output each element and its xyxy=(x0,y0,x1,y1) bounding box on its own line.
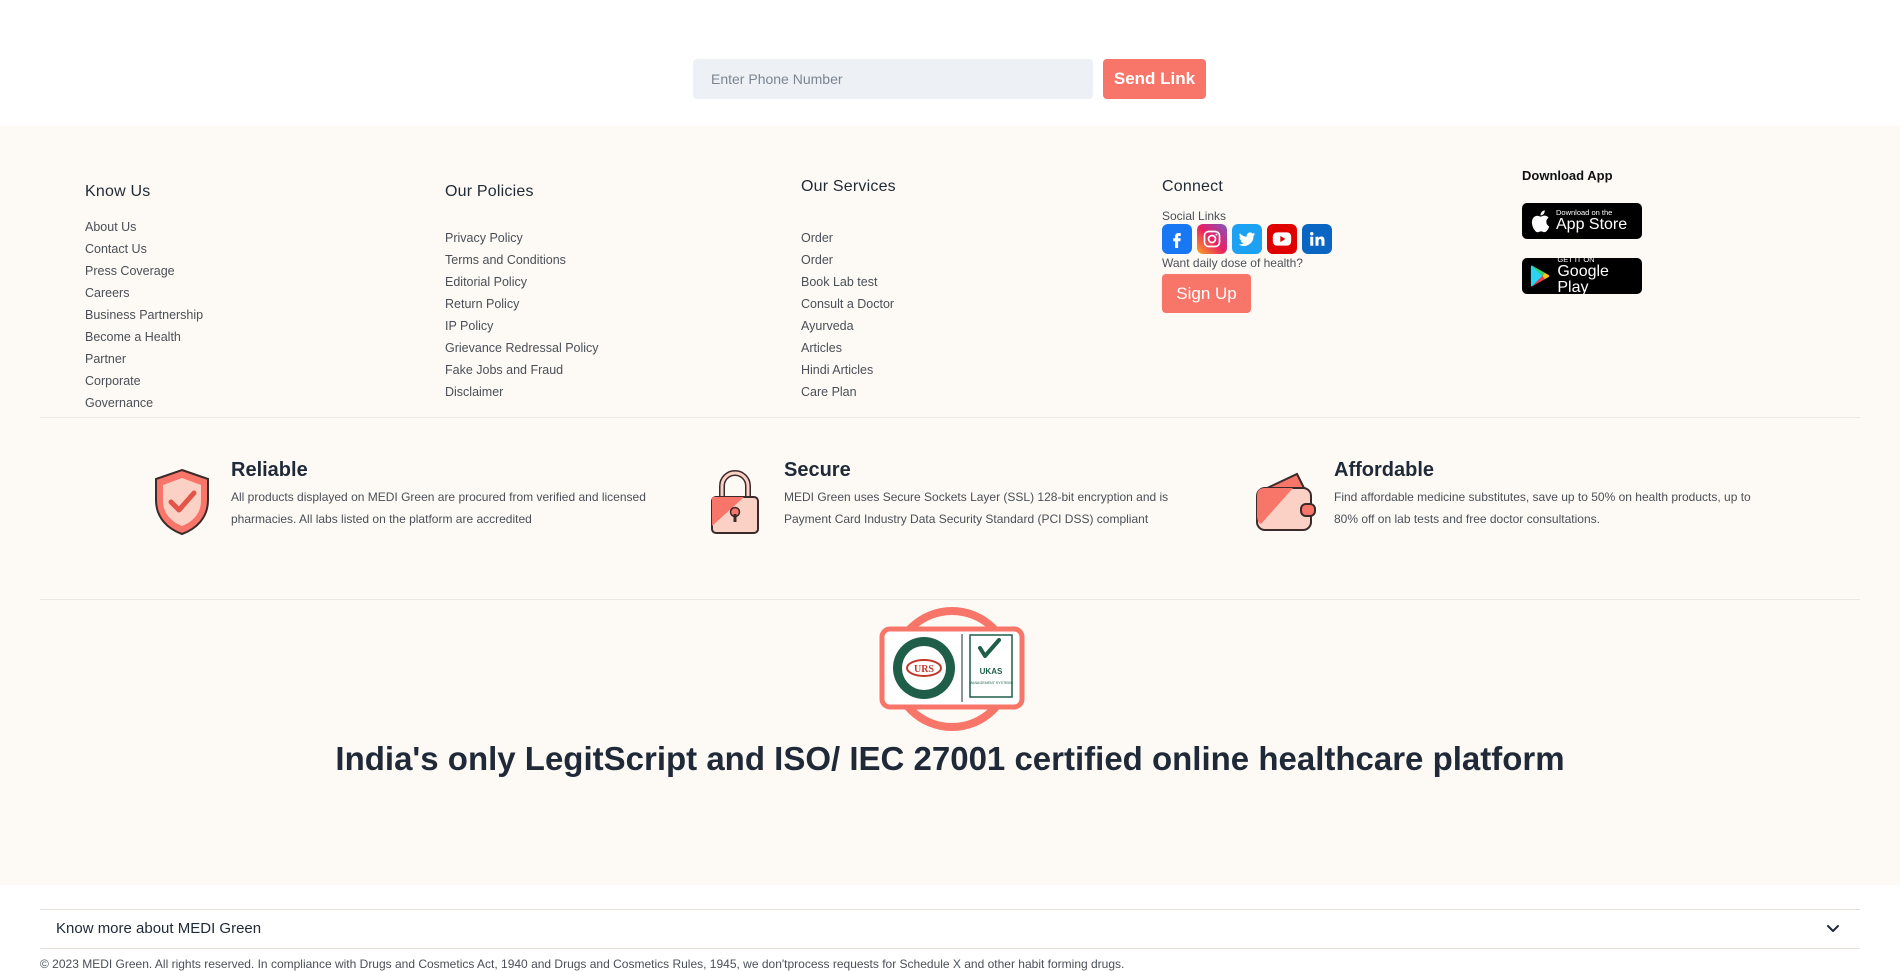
footer-link[interactable]: Press Coverage xyxy=(85,260,203,282)
trust-desc: All products displayed on MEDI Green are… xyxy=(231,490,646,526)
connect-heading: Connect xyxy=(1162,178,1223,195)
footer-link[interactable]: Privacy Policy xyxy=(445,227,599,249)
trust-title: Reliable xyxy=(231,459,308,481)
footer-link[interactable]: Governance xyxy=(85,392,203,414)
twitter-icon[interactable] xyxy=(1232,224,1262,254)
know-more-label: Know more about MEDI Green xyxy=(56,920,262,937)
phone-number-input[interactable] xyxy=(693,59,1093,99)
ukas-text: UKAS xyxy=(980,667,1003,676)
linkedin-icon[interactable] xyxy=(1302,224,1332,254)
footer-link[interactable]: Partner xyxy=(85,348,203,370)
ukas-subtext: MANAGEMENT SYSTEMS xyxy=(969,681,1013,685)
send-link-button[interactable]: Send Link xyxy=(1103,59,1206,99)
know-more-accordion[interactable]: Know more about MEDI Green xyxy=(40,909,1860,949)
footer-link[interactable]: Care Plan xyxy=(801,381,896,403)
services-heading: Our Services xyxy=(801,178,896,195)
google-play-badge[interactable]: GET IT ON Google Play xyxy=(1522,254,1642,297)
services-column: Our Services Order Order Book Lab test C… xyxy=(801,178,896,403)
footer-link[interactable]: Fake Jobs and Fraud xyxy=(445,359,599,381)
certification-headline: India's only LegitScript and ISO/ IEC 27… xyxy=(335,740,1565,777)
trust-item-affordable: Affordable Find affordable medicine subs… xyxy=(1253,459,1764,538)
padlock-icon xyxy=(711,470,759,534)
footer-divider xyxy=(40,599,1860,600)
iso-certification-logo: URS UKAS MANAGEMENT SYSTEMS xyxy=(879,607,1025,731)
footer-divider xyxy=(40,417,1860,418)
trust-item-secure: Secure MEDI Green uses Secure Sockets La… xyxy=(703,459,1214,538)
social-links-label: Social Links xyxy=(1162,209,1227,223)
trust-desc: Find affordable medicine substitutes, sa… xyxy=(1334,490,1751,526)
health-prompt: Want daily dose of health? xyxy=(1162,256,1303,270)
footer-link[interactable]: Contact Us xyxy=(85,238,203,260)
facebook-icon[interactable] xyxy=(1162,224,1192,254)
trust-title: Affordable xyxy=(1334,459,1434,481)
download-app-heading: Download App xyxy=(1522,168,1613,183)
footer-link[interactable]: Become a Health xyxy=(85,326,203,348)
wallet-icon xyxy=(1256,472,1316,531)
footer-link[interactable]: Order xyxy=(801,227,896,249)
google-play-icon xyxy=(1530,265,1550,287)
footer-link[interactable]: Articles xyxy=(801,337,896,359)
footer-link[interactable]: Disclaimer xyxy=(445,381,599,403)
know-us-column: Know Us About Us Contact Us Press Covera… xyxy=(85,183,203,414)
footer-link[interactable]: Careers xyxy=(85,282,203,304)
footer-link[interactable]: Grievance Redressal Policy xyxy=(445,337,599,359)
footer-link[interactable]: Editorial Policy xyxy=(445,271,599,293)
apple-icon xyxy=(1531,210,1550,233)
footer-link[interactable]: Terms and Conditions xyxy=(445,249,599,271)
policies-heading: Our Policies xyxy=(445,183,534,200)
footer-link[interactable]: Hindi Articles xyxy=(801,359,896,381)
app-store-line2: App Store xyxy=(1556,216,1628,234)
google-play-line2: Google Play xyxy=(1557,263,1609,297)
phone-link-band: Send Link xyxy=(0,0,1900,126)
sign-up-button[interactable]: Sign Up xyxy=(1162,274,1251,313)
google-play-line1: GET IT ON xyxy=(1557,254,1595,264)
footer-link[interactable]: IP Policy xyxy=(445,315,599,337)
download-app-column: Download App Download on the App Store G… xyxy=(1522,168,1642,297)
footer-link[interactable]: Return Policy xyxy=(445,293,599,315)
connect-column: Connect Social Links Want daily dose of … xyxy=(1162,178,1332,313)
footer-link[interactable]: Corporate xyxy=(85,370,203,392)
footer-link[interactable]: Consult a Doctor xyxy=(801,293,896,315)
app-store-line1: Download on the xyxy=(1556,207,1613,217)
shield-check-icon xyxy=(155,468,209,536)
youtube-icon[interactable] xyxy=(1267,224,1297,254)
trust-title: Secure xyxy=(784,459,851,481)
app-store-badge[interactable]: Download on the App Store xyxy=(1522,203,1642,239)
chevron-down-icon xyxy=(1827,925,1839,932)
instagram-icon[interactable] xyxy=(1197,224,1227,254)
social-links xyxy=(1162,224,1332,254)
footer: Know Us About Us Contact Us Press Covera… xyxy=(0,126,1900,971)
footer-link[interactable]: About Us xyxy=(85,216,203,238)
urs-text: URS xyxy=(914,664,934,675)
footer-link[interactable]: Book Lab test xyxy=(801,271,896,293)
copyright-text: © 2023 MEDI Green. All rights reserved. … xyxy=(40,957,1125,971)
policies-column: Our Policies Privacy Policy Terms and Co… xyxy=(445,183,599,403)
trust-item-reliable: Reliable All products displayed on MEDI … xyxy=(150,459,661,538)
footer-link[interactable]: Order xyxy=(801,249,896,271)
know-us-heading: Know Us xyxy=(85,183,151,200)
trust-desc: MEDI Green uses Secure Sockets Layer (SS… xyxy=(784,490,1169,526)
footer-link[interactable]: Ayurveda xyxy=(801,315,896,337)
footer-link[interactable]: Business Partnership xyxy=(85,304,203,326)
